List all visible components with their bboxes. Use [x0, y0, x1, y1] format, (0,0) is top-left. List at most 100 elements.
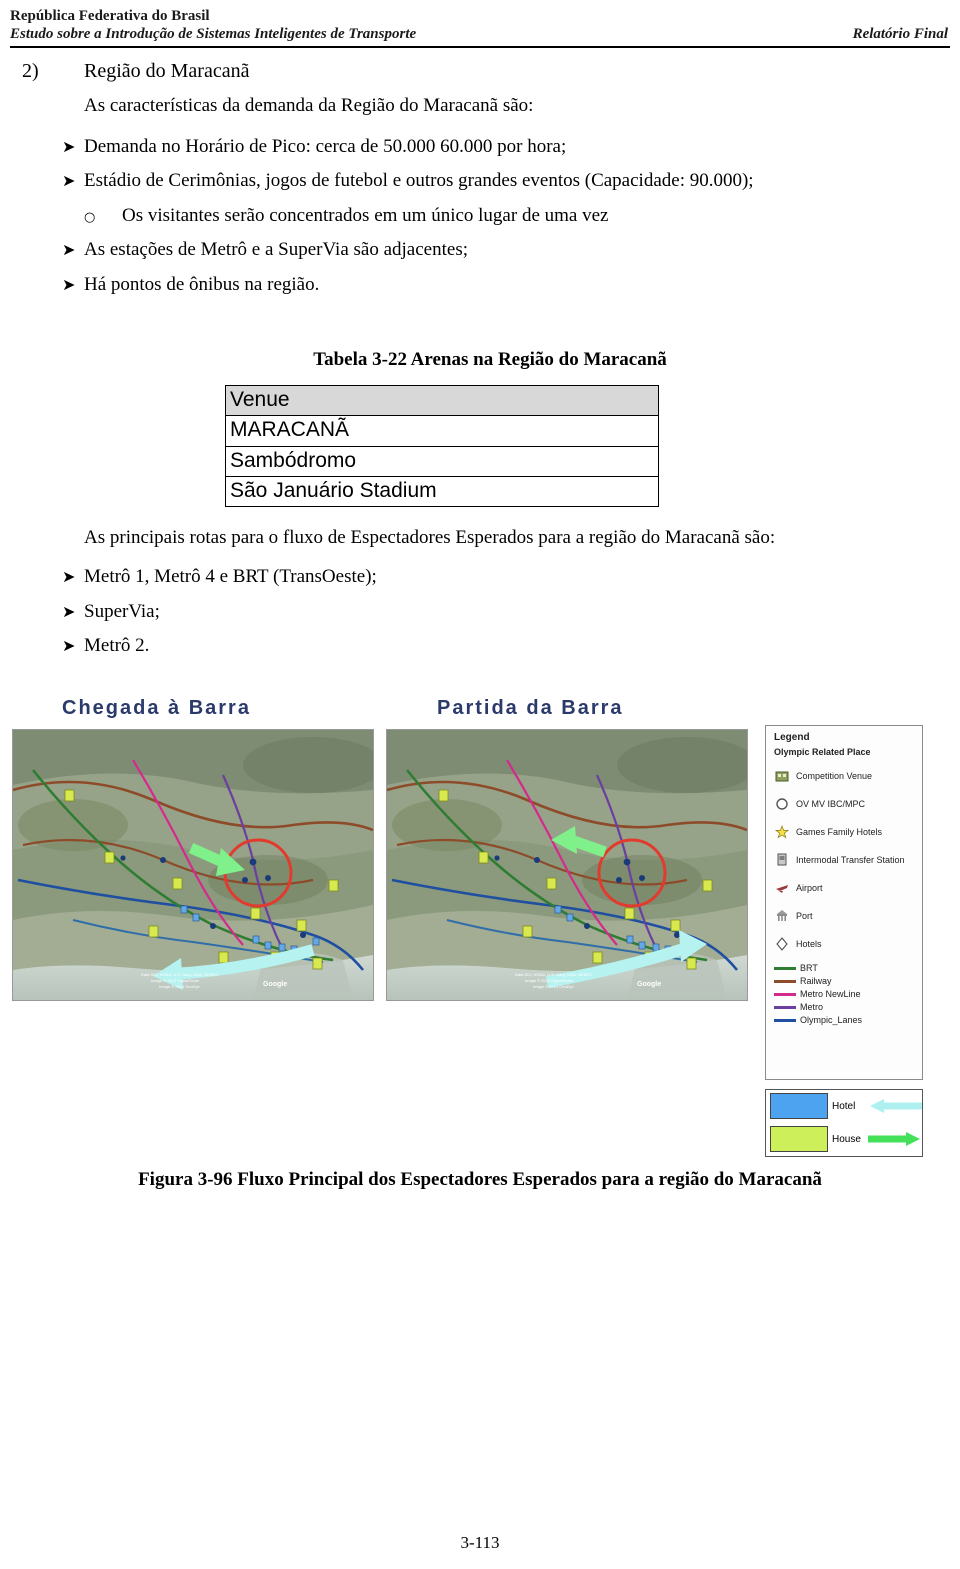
routes-bullet-list: ➤ Metrô 1, Metrô 4 e BRT (TransOeste); ➤… [0, 549, 960, 661]
list-item-label: SuperVia; [84, 600, 160, 622]
legend-entry-airport: Airport [774, 874, 922, 902]
legend-line-metro: Metro [774, 1001, 922, 1014]
arrow-bullet-icon: ➤ [62, 567, 76, 587]
legend-entry-ov-mv-ibc-mpc: OV MV IBC/MPC [774, 790, 922, 818]
legend-subtitle: Olympic Related Place [774, 746, 871, 757]
legend-line-label: BRT [800, 963, 818, 974]
page-header: República Federativa do Brasil Estudo so… [0, 0, 960, 48]
svg-text:Image © 2013 GeoEye: Image © 2013 GeoEye [533, 984, 575, 989]
legend-entry-intermodal-transfer-station: Intermodal Transfer Station [774, 846, 922, 874]
svg-text:Data SIO, NOAA, U.S. Navy, NGA: Data SIO, NOAA, U.S. Navy, NGA, GEBCO [141, 972, 219, 977]
legend-entry-port: Port [774, 902, 922, 930]
table-caption: Tabela 3-22 Arenas na Região do Maracanã [313, 349, 667, 371]
map-attribution: Google [263, 981, 287, 988]
legend-entry-games-family-hotels: Games Family Hotels [774, 818, 922, 846]
header-document-type: Relatório Final [852, 26, 948, 42]
section-number: 2) [22, 60, 39, 82]
map-panel-arrival: Google Data SIO, NOAA, U.S. Navy, NGA, G… [12, 728, 374, 1001]
list-item-label: Metrô 1, Metrô 4 e BRT (TransOeste); [84, 566, 377, 588]
svg-text:Image © 2013 DigitalGlobe: Image © 2013 DigitalGlobe [525, 978, 574, 983]
arrow-bullet-icon: ➤ [62, 136, 76, 156]
svg-text:Image © 2013 GeoEye: Image © 2013 GeoEye [159, 984, 201, 989]
list-item: ➤ Metrô 2. [0, 626, 960, 661]
legend-line-label: Metro NewLine [800, 989, 861, 1000]
legend-line-label: Railway [800, 976, 832, 987]
hotels-icon [774, 936, 796, 952]
intermodal-transfer-station-icon [774, 852, 796, 868]
figure-label-departure: Partida da Barra [437, 696, 624, 719]
hotel-arrow-icon [868, 1097, 922, 1115]
arrow-bullet-icon: ➤ [62, 240, 76, 260]
legend-entry-label: Intermodal Transfer Station [796, 854, 905, 865]
legend-line-metro-newline: Metro NewLine [774, 988, 922, 1001]
list-item-label: Demanda no Horário de Pico: cerca de 50.… [84, 135, 567, 157]
legend-entry-label: Competition Venue [796, 770, 873, 781]
house-color-chip [770, 1126, 828, 1153]
airport-icon [774, 880, 796, 896]
page-number: 3-113 [460, 1533, 500, 1552]
legend-entry-label: OV MV IBC/MPC [796, 798, 866, 809]
port-icon [774, 908, 796, 924]
legend-line-brt: BRT [774, 962, 922, 975]
circle-bullet-icon: ○ [84, 209, 96, 225]
header-country-title: República Federativa do Brasil [10, 8, 210, 24]
header-study-row: Estudo sobre a Introdução de Sistemas In… [0, 25, 960, 46]
hotel-color-chip [770, 1093, 828, 1120]
header-study-title: Estudo sobre a Introdução de Sistemas In… [10, 26, 417, 42]
section-heading: 2) Região do Maracanã [0, 60, 960, 83]
list-item-label: Metrô 2. [84, 635, 150, 657]
arrow-bullet-icon: ➤ [62, 601, 76, 621]
figure-block: Chegada à Barra Partida da Barra Google … [0, 697, 960, 1217]
section-title: Região do Maracanã [84, 60, 250, 82]
map-panel-departure: Google Data SIO, NOAA, U.S. Navy, NGA, G… [386, 728, 748, 1001]
legend-arrow-box: Hotel House [765, 1088, 923, 1157]
map-graphic-departure: Google Data SIO, NOAA, U.S. Navy, NGA, G… [387, 729, 747, 1000]
arrow-bullet-icon: ➤ [62, 274, 76, 294]
document-body: 2) Região do Maracanã As características… [0, 60, 960, 1217]
list-item: ➤ Demanda no Horário de Pico: cerca de 5… [0, 127, 960, 162]
legend-arrow-hotel: Hotel [766, 1090, 922, 1123]
map-graphic-arrival: Google Data SIO, NOAA, U.S. Navy, NGA, G… [13, 729, 373, 1000]
header-divider [10, 46, 950, 48]
arrow-bullet-icon: ➤ [62, 636, 76, 656]
legend-arrow-house: House [766, 1123, 922, 1156]
legend-line-label: Olympic_Lanes [800, 1015, 863, 1026]
venue-name: São Januário Stadium [225, 475, 659, 508]
legend-entry-hotels: Hotels [774, 930, 922, 958]
list-item: ➤ Estádio de Cerimônias, jogos de futebo… [0, 161, 960, 196]
figure-caption: Figura 3-96 Fluxo Principal dos Espectad… [138, 1168, 822, 1190]
svg-text:Data SIO, NOAA, U.S. Navy, NGA: Data SIO, NOAA, U.S. Navy, NGA, GEBCO [515, 972, 593, 977]
legend-line-label: Metro [800, 1002, 824, 1013]
map-attribution: Google [637, 981, 661, 988]
table-row: MARACANÃ [225, 415, 659, 447]
list-item-label: Estádio de Cerimônias, jogos de futebol … [84, 170, 754, 192]
list-item-label: Os visitantes serão concentrados em um ú… [122, 204, 609, 226]
venue-name: Sambódromo [225, 445, 659, 477]
list-item: ○ Os visitantes serão concentrados em um… [0, 196, 960, 231]
table-row: Sambódromo [225, 445, 659, 477]
legend-entry-label: Games Family Hotels [796, 826, 883, 837]
venue-name: MARACANÃ [225, 415, 659, 447]
legend-arrow-label: Hotel [832, 1100, 856, 1112]
railway-line-swatch [774, 979, 796, 983]
list-item: ➤ SuperVia; [0, 592, 960, 627]
brt-line-swatch [774, 966, 796, 970]
list-item: ➤ Há pontos de ônibus na região. [0, 265, 960, 300]
svg-text:Image © 2013 DigitalGlobe: Image © 2013 DigitalGlobe [151, 978, 200, 983]
legend-title: Legend [774, 731, 810, 743]
figure-label-arrival: Chegada à Barra [62, 696, 251, 719]
routes-intro-paragraph: As principais rotas para o fluxo de Espe… [84, 527, 776, 549]
legend-line-railway: Railway [774, 975, 922, 988]
house-arrow-icon [868, 1130, 922, 1148]
section-intro-paragraph: As características da demanda da Região … [84, 95, 534, 116]
venues-table: Venue MARACANÃ Sambódromo São Januário S… [225, 385, 659, 508]
list-item: ➤ Metrô 1, Metrô 4 e BRT (TransOeste); [0, 557, 960, 592]
legend-entry-label: Airport [796, 882, 823, 893]
legend-line-olympic-lanes: Olympic_Lanes [774, 1014, 922, 1027]
table-header-row: Venue [225, 385, 659, 417]
competition-venue-icon [774, 768, 796, 784]
olympic-lanes-swatch [774, 1018, 796, 1022]
legend-entry-competition-venue: Competition Venue [774, 762, 922, 790]
legend-entry-label: Hotels [796, 938, 822, 949]
demand-bullet-list: ➤ Demanda no Horário de Pico: cerca de 5… [0, 119, 960, 300]
